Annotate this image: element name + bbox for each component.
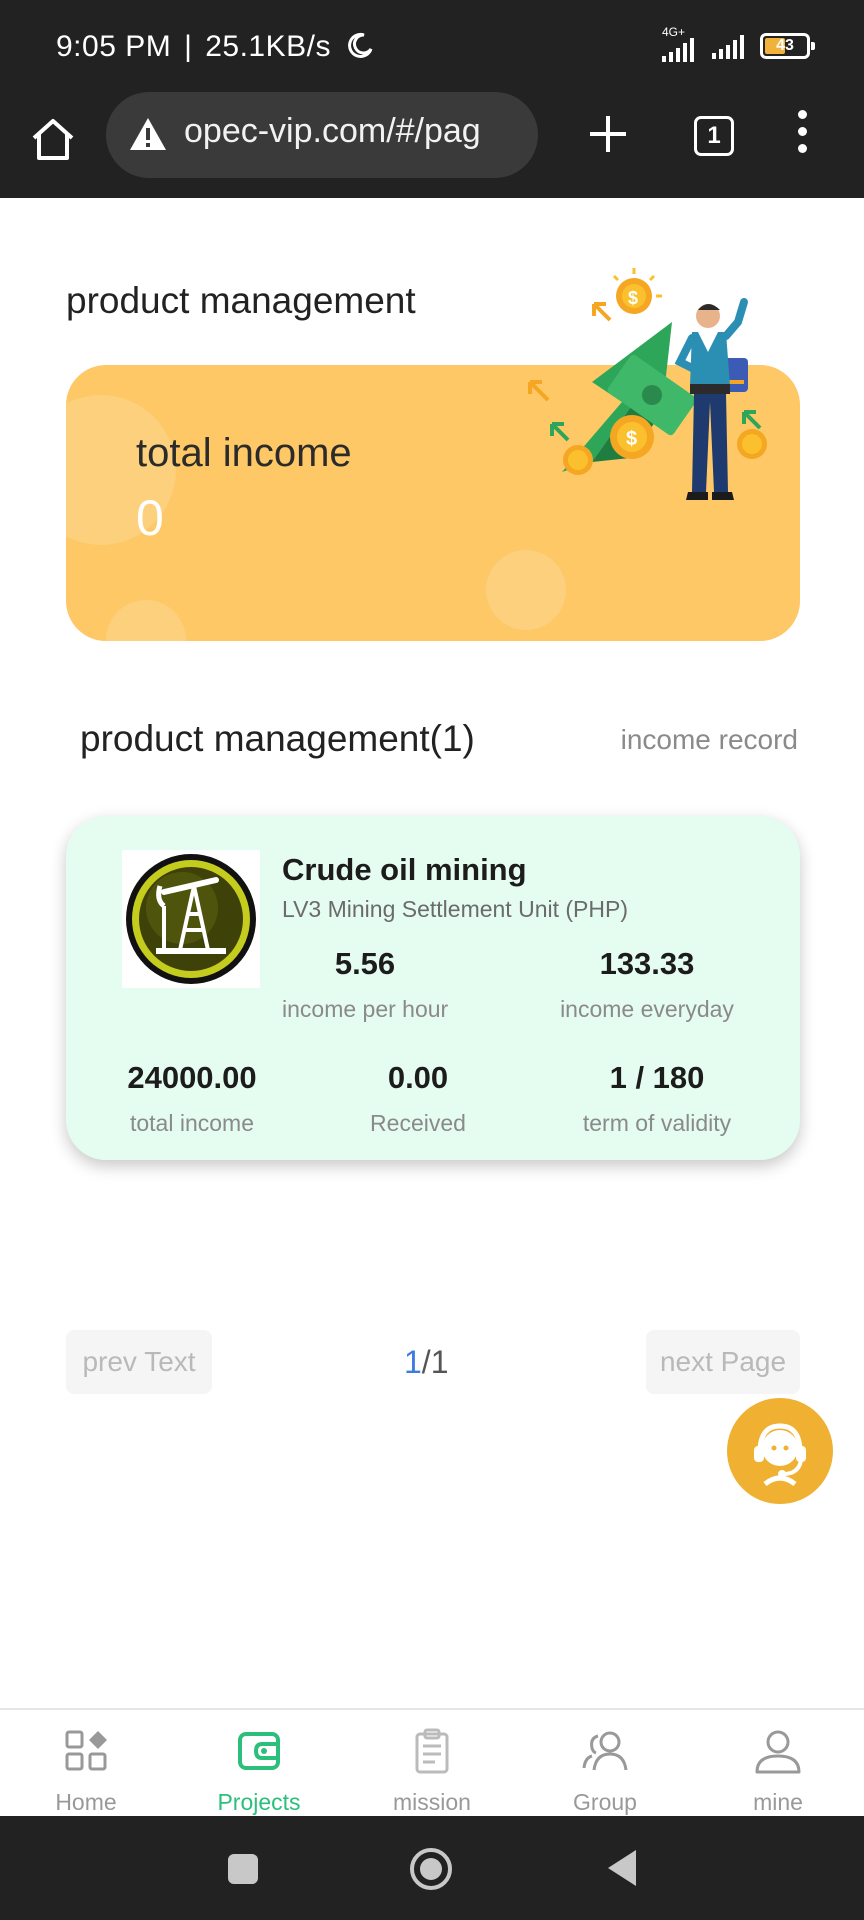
stat-value: 0.00 (387, 1060, 449, 1095)
clock: 9:05 PM (56, 30, 172, 63)
battery-icon: 43 (760, 33, 815, 59)
nav-label: mine (753, 1789, 803, 1815)
section-title: product management(1) (80, 718, 475, 759)
product-unit: LV3 Mining Settlement Unit (PHP) (282, 896, 628, 922)
decor-bubble (486, 550, 566, 630)
page-indicator: 1/1 (404, 1344, 448, 1381)
decor-bubble (106, 600, 186, 641)
stat-label: total income (129, 1110, 254, 1136)
next-page-button[interactable]: next Page (646, 1330, 800, 1394)
more-icon[interactable] (792, 110, 812, 160)
nav-label: Group (573, 1789, 637, 1815)
battery-level: 43 (776, 37, 794, 54)
tabs-button[interactable]: 1 (694, 116, 734, 156)
signal-bars-icon (662, 36, 694, 62)
svg-text:$: $ (626, 428, 637, 450)
url-bar[interactable]: opec-vip.com/#/pag (106, 92, 538, 178)
oil-pump-icon (122, 850, 260, 988)
nav-mission[interactable]: mission (372, 1728, 492, 1816)
stat-value: 5.56 (334, 946, 396, 981)
nav-label: Projects (217, 1789, 301, 1815)
signal-bars-icon-2 (712, 33, 744, 59)
divider: | (184, 30, 193, 63)
browser-toolbar: opec-vip.com/#/pag 1 (0, 92, 864, 198)
page-title: product management (66, 280, 416, 321)
network-speed: 25.1KB/s (205, 30, 331, 63)
warning-icon[interactable] (128, 116, 168, 152)
customer-service-button[interactable] (727, 1398, 833, 1504)
status-time: 9:05 PM | 25.1KB/s (56, 30, 374, 64)
stat-label: term of validity (582, 1110, 732, 1136)
nav-label: mission (393, 1789, 471, 1815)
cell-signal-1: 4G+ (662, 26, 694, 62)
page-separator: / (421, 1344, 431, 1380)
stat-label: income per hour (282, 996, 449, 1022)
stat-income-per-hour: 5.56 income per hour (282, 946, 448, 1023)
status-bar: 9:05 PM | 25.1KB/s 4G+ 43 (0, 0, 864, 92)
stat-label: Received (370, 1110, 466, 1136)
stat-label: income everyday (560, 996, 734, 1022)
income-value: 0 (136, 490, 164, 546)
network-type: 4G+ (662, 25, 686, 39)
nav-label: Home (55, 1789, 117, 1815)
stat-value: 24000.00 (127, 1060, 257, 1095)
stat-term-of-validity: 1 / 180 term of validity (572, 1060, 742, 1137)
user-icon (755, 1730, 801, 1774)
clipboard-icon (415, 1728, 449, 1774)
home-icon[interactable] (28, 114, 78, 164)
moon-icon (347, 32, 373, 58)
current-page: 1 (404, 1344, 422, 1380)
income-record-link[interactable]: income record (621, 724, 798, 756)
stat-income-everyday: 133.33 income everyday (542, 946, 752, 1023)
total-pages: 1 (430, 1344, 449, 1380)
stat-value: 133.33 (599, 946, 695, 981)
grid-icon (65, 1730, 107, 1771)
group-icon (582, 1731, 628, 1771)
nav-mine[interactable]: mine (718, 1728, 838, 1816)
stat-received: 0.00 Received (358, 1060, 478, 1137)
stat-value: 1 / 180 (609, 1060, 705, 1095)
headset-agent-icon (754, 1423, 806, 1487)
prev-page-button[interactable]: prev Text (66, 1330, 212, 1394)
nav-projects[interactable]: Projects (199, 1728, 319, 1816)
plus-icon[interactable] (586, 112, 630, 156)
nav-home[interactable]: Home (26, 1728, 146, 1816)
bottom-navigation: Home Projects mission Group mine (0, 1708, 864, 1816)
income-label: total income (136, 431, 352, 475)
recents-square-icon[interactable] (226, 1852, 260, 1886)
home-circle-icon[interactable] (408, 1846, 454, 1892)
product-card[interactable]: Crude oil mining LV3 Mining Settlement U… (66, 816, 800, 1160)
android-navigation-bar (0, 1816, 864, 1920)
nav-group[interactable]: Group (545, 1728, 665, 1816)
product-name: Crude oil mining (282, 852, 527, 887)
stat-total-income: 24000.00 total income (112, 1060, 272, 1137)
wallet-icon (238, 1732, 280, 1770)
back-triangle-icon[interactable] (604, 1848, 640, 1888)
status-icons: 4G+ 43 (662, 26, 815, 62)
finance-illustration: $ $ (528, 268, 767, 500)
url-text[interactable]: opec-vip.com/#/pag (184, 112, 481, 151)
svg-text:$: $ (628, 288, 638, 308)
